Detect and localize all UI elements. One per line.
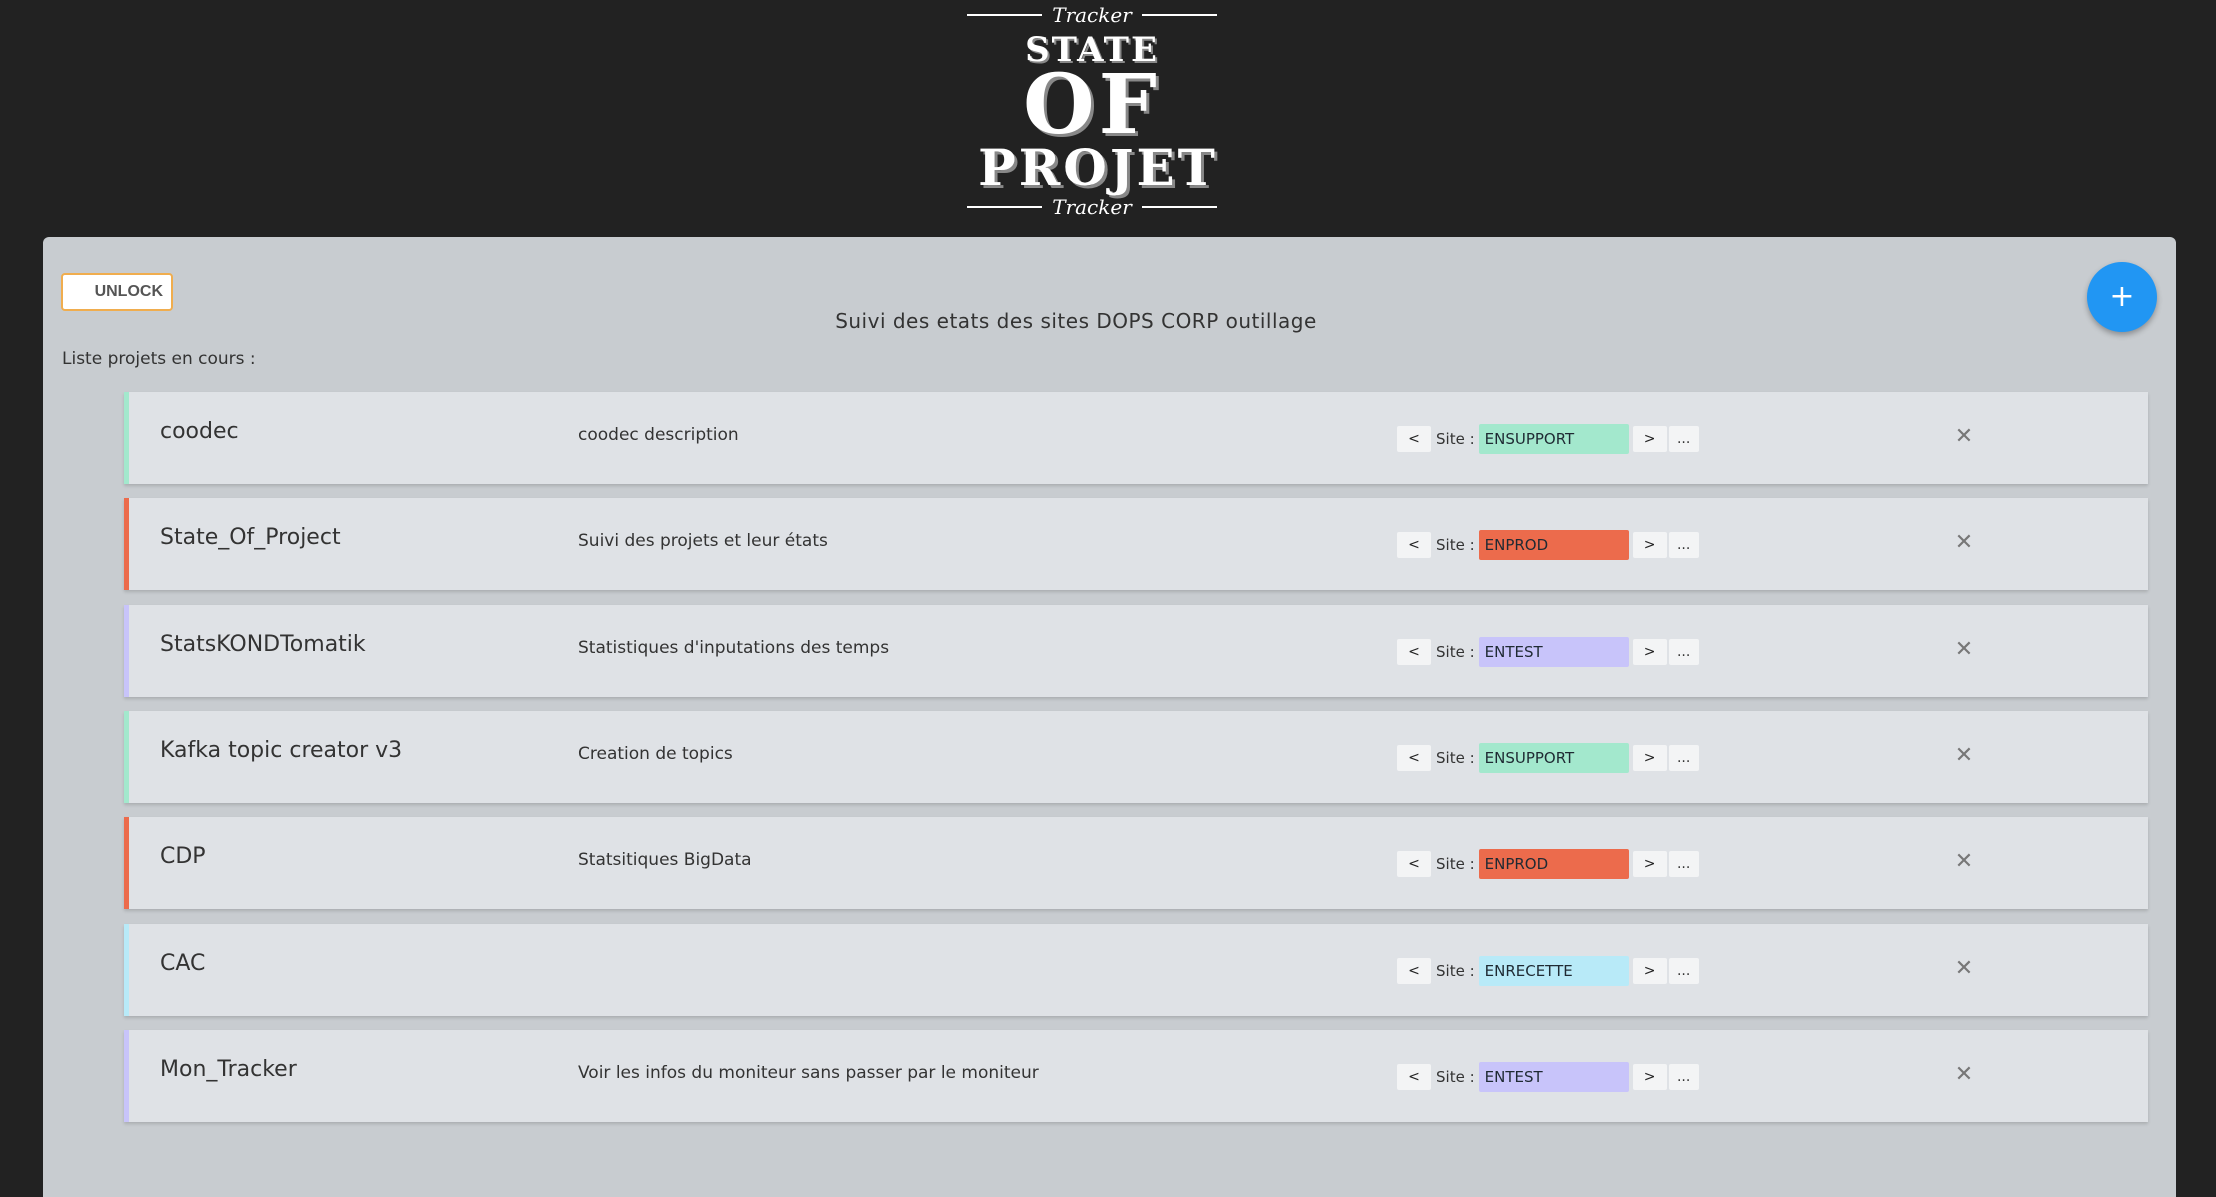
state-badge: ENTEST bbox=[1478, 1062, 1629, 1092]
project-list-label: Liste projets en cours : bbox=[62, 349, 256, 369]
project-card: StatsKONDTomatik Statistiques d'inputati… bbox=[124, 605, 2148, 697]
next-state-button[interactable]: > bbox=[1632, 426, 1667, 452]
site-label: Site : bbox=[1436, 430, 1475, 448]
project-name: Kafka topic creator v3 bbox=[160, 738, 403, 763]
more-options-button[interactable]: ... bbox=[1668, 639, 1699, 665]
logo-line-projet: PROJET bbox=[978, 138, 1218, 197]
next-state-button[interactable]: > bbox=[1632, 1064, 1667, 1090]
project-card: State_Of_Project Suivi des projets et le… bbox=[124, 498, 2148, 590]
previous-state-button[interactable]: < bbox=[1397, 851, 1431, 877]
more-options-button[interactable]: ... bbox=[1668, 851, 1699, 877]
delete-project-icon[interactable]: ✕ bbox=[1951, 528, 1977, 558]
logo-top-tagline: Tracker bbox=[967, 3, 1218, 27]
previous-state-button[interactable]: < bbox=[1397, 1064, 1431, 1090]
state-badge: ENSUPPORT bbox=[1478, 743, 1629, 773]
next-state-button[interactable]: > bbox=[1632, 532, 1667, 558]
more-options-button[interactable]: ... bbox=[1668, 745, 1699, 771]
project-status-control: < Site : ENTEST > ... bbox=[1397, 637, 1699, 667]
site-label: Site : bbox=[1436, 962, 1475, 980]
project-status-control: < Site : ENTEST > ... bbox=[1397, 1062, 1699, 1092]
site-label: Site : bbox=[1436, 749, 1475, 767]
logo-bottom-word: Tracker bbox=[1052, 195, 1132, 219]
state-badge: ENPROD bbox=[1478, 849, 1629, 879]
delete-project-icon[interactable]: ✕ bbox=[1951, 1060, 1977, 1090]
project-description: Suivi des projets et leur états bbox=[578, 531, 828, 551]
delete-project-icon[interactable]: ✕ bbox=[1951, 741, 1977, 771]
project-description: coodec description bbox=[578, 425, 739, 445]
project-card: Mon_Tracker Voir les infos du moniteur s… bbox=[124, 1030, 2148, 1122]
project-description: Voir les infos du moniteur sans passer p… bbox=[578, 1063, 1039, 1083]
logo-bottom-tagline: Tracker bbox=[967, 195, 1218, 219]
project-card: CAC < Site : ENRECETTE > ... ✕ bbox=[124, 924, 2148, 1016]
unlock-button[interactable]: UNLOCK bbox=[61, 273, 173, 311]
site-label: Site : bbox=[1436, 536, 1475, 554]
delete-project-icon[interactable]: ✕ bbox=[1951, 954, 1977, 984]
previous-state-button[interactable]: < bbox=[1397, 532, 1431, 558]
project-description: Statsitiques BigData bbox=[578, 850, 752, 870]
state-badge: ENSUPPORT bbox=[1478, 424, 1629, 454]
app-logo: Tracker STATE OF PROJET Tracker bbox=[967, 0, 1237, 225]
previous-state-button[interactable]: < bbox=[1397, 745, 1431, 771]
delete-project-icon[interactable]: ✕ bbox=[1951, 847, 1977, 877]
delete-project-icon[interactable]: ✕ bbox=[1951, 635, 1977, 665]
project-name: coodec bbox=[160, 419, 239, 444]
project-name: State_Of_Project bbox=[160, 525, 341, 550]
delete-project-icon[interactable]: ✕ bbox=[1951, 422, 1977, 452]
logo-line-of: OF bbox=[1023, 57, 1161, 153]
site-label: Site : bbox=[1436, 643, 1475, 661]
state-badge: ENTEST bbox=[1478, 637, 1629, 667]
site-label: Site : bbox=[1436, 855, 1475, 873]
project-name: StatsKONDTomatik bbox=[160, 632, 366, 657]
logo-top-word: Tracker bbox=[1052, 3, 1132, 27]
site-label: Site : bbox=[1436, 1068, 1475, 1086]
project-description: Creation de topics bbox=[578, 744, 733, 764]
previous-state-button[interactable]: < bbox=[1397, 639, 1431, 665]
state-badge: ENRECETTE bbox=[1478, 956, 1629, 986]
main-panel: UNLOCK + Suivi des etats des sites DOPS … bbox=[43, 237, 2176, 1197]
page-title: Suivi des etats des sites DOPS CORP outi… bbox=[835, 309, 1317, 333]
more-options-button[interactable]: ... bbox=[1668, 1064, 1699, 1090]
project-status-control: < Site : ENSUPPORT > ... bbox=[1397, 743, 1699, 773]
more-options-button[interactable]: ... bbox=[1668, 532, 1699, 558]
next-state-button[interactable]: > bbox=[1632, 958, 1667, 984]
state-badge: ENPROD bbox=[1478, 530, 1629, 560]
project-status-control: < Site : ENSUPPORT > ... bbox=[1397, 424, 1699, 454]
next-state-button[interactable]: > bbox=[1632, 639, 1667, 665]
previous-state-button[interactable]: < bbox=[1397, 426, 1431, 452]
project-name: CDP bbox=[160, 844, 206, 869]
project-status-control: < Site : ENPROD > ... bbox=[1397, 849, 1699, 879]
project-name: CAC bbox=[160, 951, 206, 976]
project-card: Kafka topic creator v3 Creation de topic… bbox=[124, 711, 2148, 803]
project-card: coodec coodec description < Site : ENSUP… bbox=[124, 392, 2148, 484]
previous-state-button[interactable]: < bbox=[1397, 958, 1431, 984]
project-card: CDP Statsitiques BigData < Site : ENPROD… bbox=[124, 817, 2148, 909]
more-options-button[interactable]: ... bbox=[1668, 426, 1699, 452]
project-description: Statistiques d'inputations des temps bbox=[578, 638, 890, 658]
project-status-control: < Site : ENRECETTE > ... bbox=[1397, 956, 1699, 986]
next-state-button[interactable]: > bbox=[1632, 851, 1667, 877]
more-options-button[interactable]: ... bbox=[1668, 958, 1699, 984]
project-status-control: < Site : ENPROD > ... bbox=[1397, 530, 1699, 560]
next-state-button[interactable]: > bbox=[1632, 745, 1667, 771]
project-name: Mon_Tracker bbox=[160, 1057, 297, 1082]
